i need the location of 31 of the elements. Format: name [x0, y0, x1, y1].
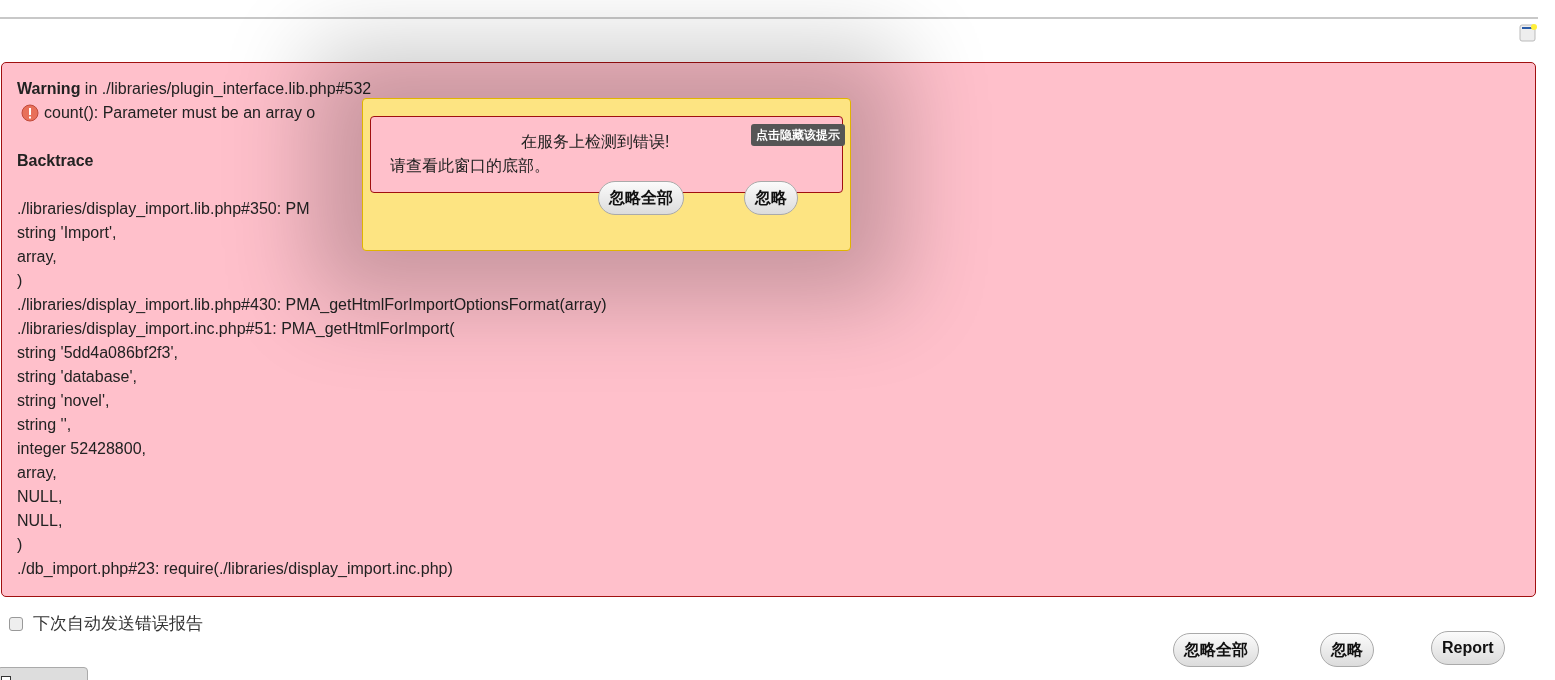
popup-message: 请查看此窗口的底部。 [390, 156, 550, 176]
backtrace-line: string 'novel', [17, 391, 110, 411]
checkbox[interactable] [9, 616, 23, 631]
backtrace-line: ./libraries/display_import.inc.php#51: PMA_getHtmlForImport( [17, 319, 455, 339]
ignore-button[interactable]: 忽略 [744, 181, 798, 215]
backtrace-line: string '', [17, 415, 72, 435]
backtrace-line: ) [17, 535, 23, 555]
ignore-all-button[interactable]: 忽略全部 [598, 181, 684, 215]
error-icon [21, 104, 39, 122]
backtrace-line: NULL, [17, 487, 63, 507]
window-icon[interactable] [1519, 24, 1537, 43]
backtrace-line: string '5dd4a086bf2f3', [17, 343, 178, 363]
backtrace-line: ) [17, 271, 23, 291]
ignore-all-button[interactable]: 忽略全部 [1173, 633, 1259, 667]
warning-message: count(): Parameter must be an array o [44, 103, 316, 123]
backtrace-line: string 'Import', [17, 223, 117, 243]
popup-title: 在服务上检测到错误! [521, 132, 670, 152]
backtrace-title: Backtrace [17, 151, 94, 171]
backtrace-line: integer 52428800, [17, 439, 146, 459]
backtrace-line: ./libraries/display_import.lib.php#350: PM [17, 199, 310, 219]
ignore-button[interactable]: 忽略 [1320, 633, 1374, 667]
backtrace-line: string 'database', [17, 367, 137, 387]
tooltip: 点击隐藏该提示 [751, 124, 845, 146]
warning-heading: Warning in ./libraries/plugin_interface.lib.php#532 [17, 79, 372, 99]
report-button[interactable]: Report [1431, 631, 1505, 665]
backtrace-line: array, [17, 463, 57, 483]
backtrace-line: ./libraries/display_import.lib.php#430: PMA_getHtmlForImportOptionsFormat(array) [17, 295, 607, 315]
backtrace-line: ./db_import.php#23: require(./libraries/display_import.inc.php) [17, 559, 453, 579]
checkbox-label: 下次自动发送错误报告 [33, 613, 203, 635]
backtrace-line: array, [17, 247, 57, 267]
backtrace-line: NULL, [17, 511, 63, 531]
